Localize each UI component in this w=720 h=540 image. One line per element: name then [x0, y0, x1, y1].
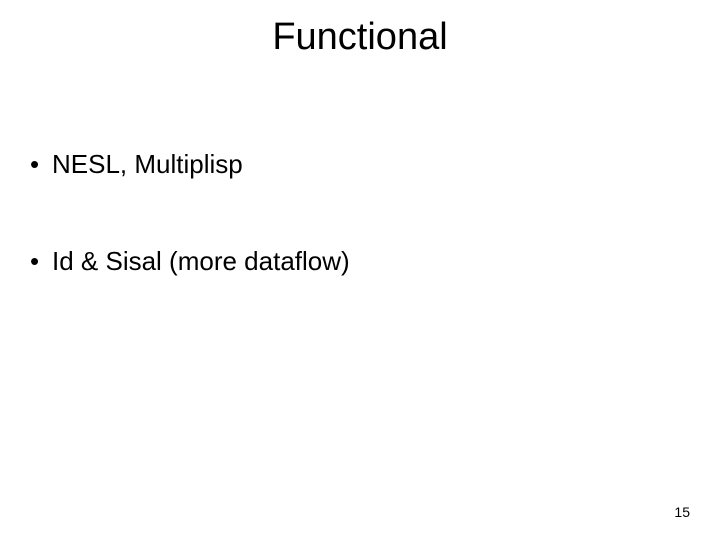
slide-body: •NESL, Multiplisp •Id & Sisal (more data… — [30, 148, 680, 341]
slide: Functional •NESL, Multiplisp •Id & Sisal… — [0, 0, 720, 540]
bullet-text: Id & Sisal (more dataflow) — [52, 246, 350, 276]
bullet-item: •NESL, Multiplisp — [30, 148, 680, 181]
slide-title: Functional — [0, 16, 720, 59]
page-number: 15 — [674, 504, 690, 520]
bullet-text: NESL, Multiplisp — [52, 149, 243, 179]
bullet-marker: • — [30, 245, 52, 278]
bullet-item: •Id & Sisal (more dataflow) — [30, 245, 680, 278]
bullet-marker: • — [30, 148, 52, 181]
